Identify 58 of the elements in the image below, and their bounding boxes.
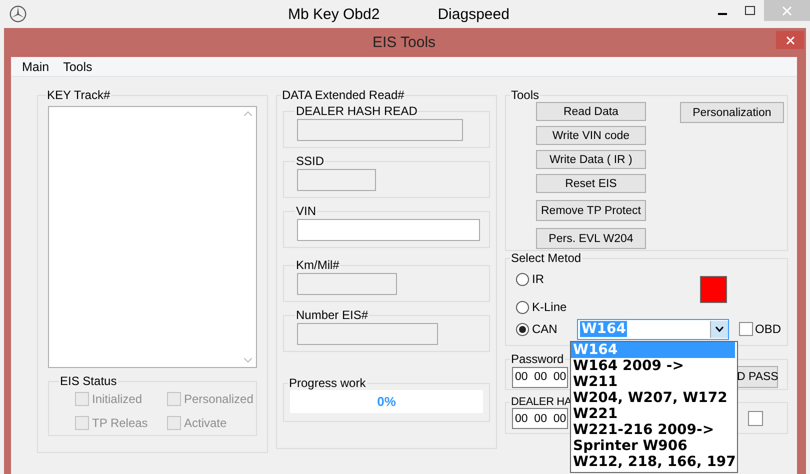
- scroll-down-icon[interactable]: [244, 358, 252, 363]
- minimize-icon: [718, 13, 726, 15]
- tool-button[interactable]: Pers. EVL W204: [536, 228, 646, 249]
- dropdown-option[interactable]: W204, W207, W172: [571, 390, 735, 406]
- chevron-down-icon[interactable]: [714, 326, 724, 332]
- menu-item[interactable]: Tools: [56, 60, 100, 74]
- close-icon: [782, 6, 792, 16]
- dropdown-option[interactable]: W221: [571, 406, 735, 422]
- dropdown-option[interactable]: W164 2009 ->: [571, 358, 735, 374]
- dropdown-option[interactable]: W211: [571, 374, 735, 390]
- checkbox-label: OBD: [754, 322, 781, 336]
- tool-button[interactable]: Reset EIS: [536, 174, 646, 193]
- group-title: DATA Extended Read#: [281, 88, 406, 102]
- radio-button[interactable]: [516, 300, 529, 314]
- checkbox-label: TP Releas: [92, 416, 148, 430]
- group-title: Password: [510, 352, 565, 366]
- radio-label: CAN: [532, 322, 558, 336]
- group-title: Select Metod: [510, 251, 582, 265]
- group-title: KEY Track#: [46, 88, 112, 102]
- star-circle-icon: [9, 5, 27, 23]
- tool-button[interactable]: Read Data: [536, 102, 646, 121]
- field-label: VIN: [295, 204, 318, 218]
- input-field[interactable]: [297, 219, 480, 241]
- window-title: Mb Key Obd2: [288, 6, 380, 23]
- hash-field[interactable]: 00 00 00: [512, 408, 568, 429]
- dropdown-option[interactable]: W221-216 2009->: [571, 422, 735, 438]
- personalization-button[interactable]: Personalization: [680, 102, 784, 123]
- close-button[interactable]: [776, 31, 804, 49]
- close-icon: [786, 36, 794, 44]
- checkbox-label: Personalized: [184, 392, 254, 406]
- scroll-up-icon[interactable]: [244, 111, 252, 116]
- menu-item[interactable]: Main: [15, 60, 56, 74]
- checkbox[interactable]: [738, 322, 753, 336]
- field-label: SSID: [295, 154, 326, 168]
- radio-label: IR: [532, 272, 544, 286]
- tool-button[interactable]: Remove TP Protect: [536, 200, 646, 221]
- progress-reading: 0%: [377, 394, 396, 409]
- group-title: Tools: [510, 88, 540, 102]
- dropdown-option[interactable]: W212, 218, 166, 197: [571, 454, 735, 470]
- field-label: DEALER HASH READ: [295, 104, 418, 118]
- checkbox-label: Activate: [184, 416, 227, 430]
- checkbox-label: Initialized: [92, 392, 142, 406]
- radio-button[interactable]: [516, 272, 529, 286]
- dropdown-option[interactable]: Sprinter W906: [571, 438, 735, 454]
- checkbox[interactable]: [748, 411, 763, 426]
- window-subtitle: Diagspeed: [438, 6, 510, 23]
- maximize-icon: [745, 6, 755, 16]
- password-field[interactable]: 00 00 00: [512, 366, 568, 388]
- field-label: Number EIS#: [295, 308, 370, 322]
- dropdown-value: W164: [580, 321, 628, 337]
- radio-label: K-Line: [532, 300, 567, 314]
- dialog-title: EIS Tools: [372, 34, 436, 51]
- group-title: EIS Status: [59, 374, 118, 388]
- field-label: Km/Mil#: [295, 258, 340, 272]
- tool-button[interactable]: Write Data ( IR ): [536, 150, 646, 169]
- radio-button[interactable]: [516, 322, 529, 336]
- group-title: Progress work: [288, 376, 367, 390]
- tool-button[interactable]: Write VIN code: [536, 126, 646, 145]
